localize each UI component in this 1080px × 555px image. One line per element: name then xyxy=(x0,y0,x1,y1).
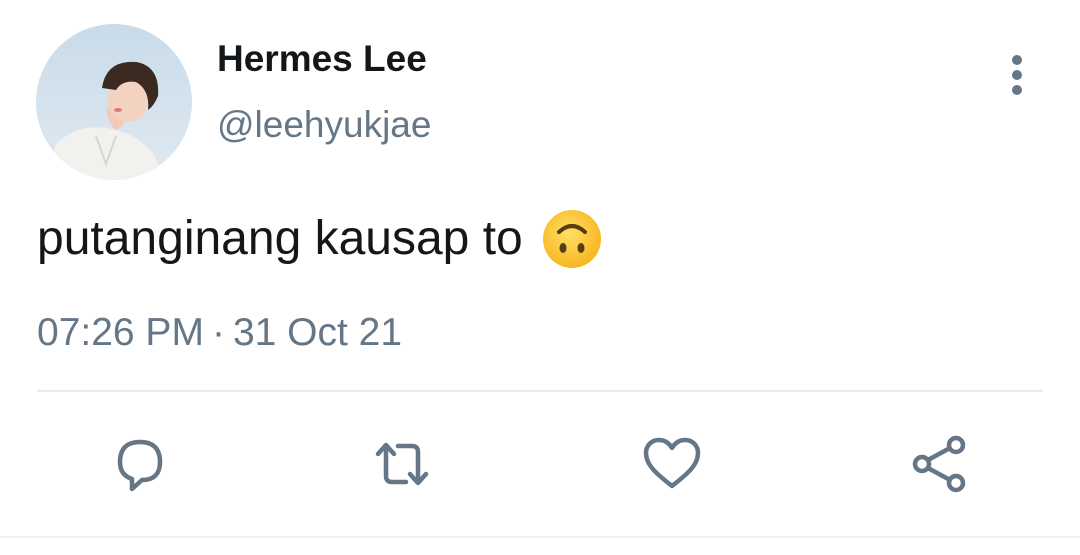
display-name[interactable]: Hermes Lee xyxy=(217,38,427,80)
retweet-button[interactable] xyxy=(370,432,434,496)
meta-separator: · xyxy=(211,311,225,354)
more-options-button[interactable] xyxy=(996,52,1038,98)
avatar[interactable] xyxy=(36,24,192,180)
share-icon xyxy=(912,435,966,493)
more-vertical-icon xyxy=(1012,55,1022,95)
tweet-date: 31 Oct 21 xyxy=(232,311,403,354)
user-handle[interactable]: @leehyukjae xyxy=(217,104,431,146)
divider xyxy=(37,390,1043,392)
tweet-text: putanginang kausap to xyxy=(37,207,603,271)
bottom-border xyxy=(0,536,1080,538)
tweet-body: putanginang kausap to xyxy=(37,212,523,265)
upside-down-face-emoji-icon xyxy=(541,208,603,270)
heart-icon xyxy=(643,437,701,489)
like-button[interactable] xyxy=(640,432,704,496)
avatar-image xyxy=(36,24,192,180)
tweet-time: 07:26 PM xyxy=(37,311,204,354)
reply-icon xyxy=(117,439,163,492)
tweet-timestamp[interactable]: 07:26 PM · 31 Oct 21 xyxy=(37,309,402,357)
retweet-icon xyxy=(375,442,429,486)
reply-button[interactable] xyxy=(108,432,172,496)
share-button[interactable] xyxy=(908,432,972,496)
